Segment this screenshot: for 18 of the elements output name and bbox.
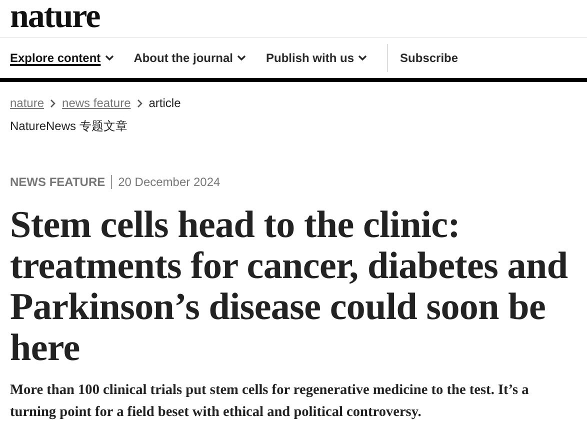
nav-menu-link[interactable]: Publish with us <box>266 51 368 65</box>
chevron-down-icon <box>104 55 114 61</box>
chevron-down-icon <box>237 55 246 61</box>
subscribe-link[interactable]: Subscribe <box>387 44 458 72</box>
chevron-right-icon <box>136 98 143 108</box>
subtitle-text: NatureNews 专题文章 <box>9 118 128 135</box>
chevron-right-icon <box>50 98 56 108</box>
nature-logo[interactable]: nature <box>0 0 110 36</box>
article-type: NEWS FEATURE <box>10 175 112 189</box>
breadcrumb-link[interactable]: nature <box>10 96 44 110</box>
chevron-down-icon <box>358 55 368 61</box>
breadcrumb-link[interactable]: news feature <box>62 96 131 110</box>
nav-menu-link[interactable]: Explore content <box>10 51 114 65</box>
nav-menu-link[interactable]: About the journal <box>134 51 246 65</box>
standfirst-text: More than 100 clinical trials put stem cells for regenerative medicine to the test. It’s a turning point for a field beset with ethical and political controversy. <box>9 381 530 422</box>
current-page-label: article <box>148 96 181 110</box>
publish-date: 20 December 2024 <box>117 175 220 189</box>
article-title: Stem cells head to the clinic: treatments for cancer, diabetes and Parkinson’s disease could soon be here <box>9 205 569 369</box>
